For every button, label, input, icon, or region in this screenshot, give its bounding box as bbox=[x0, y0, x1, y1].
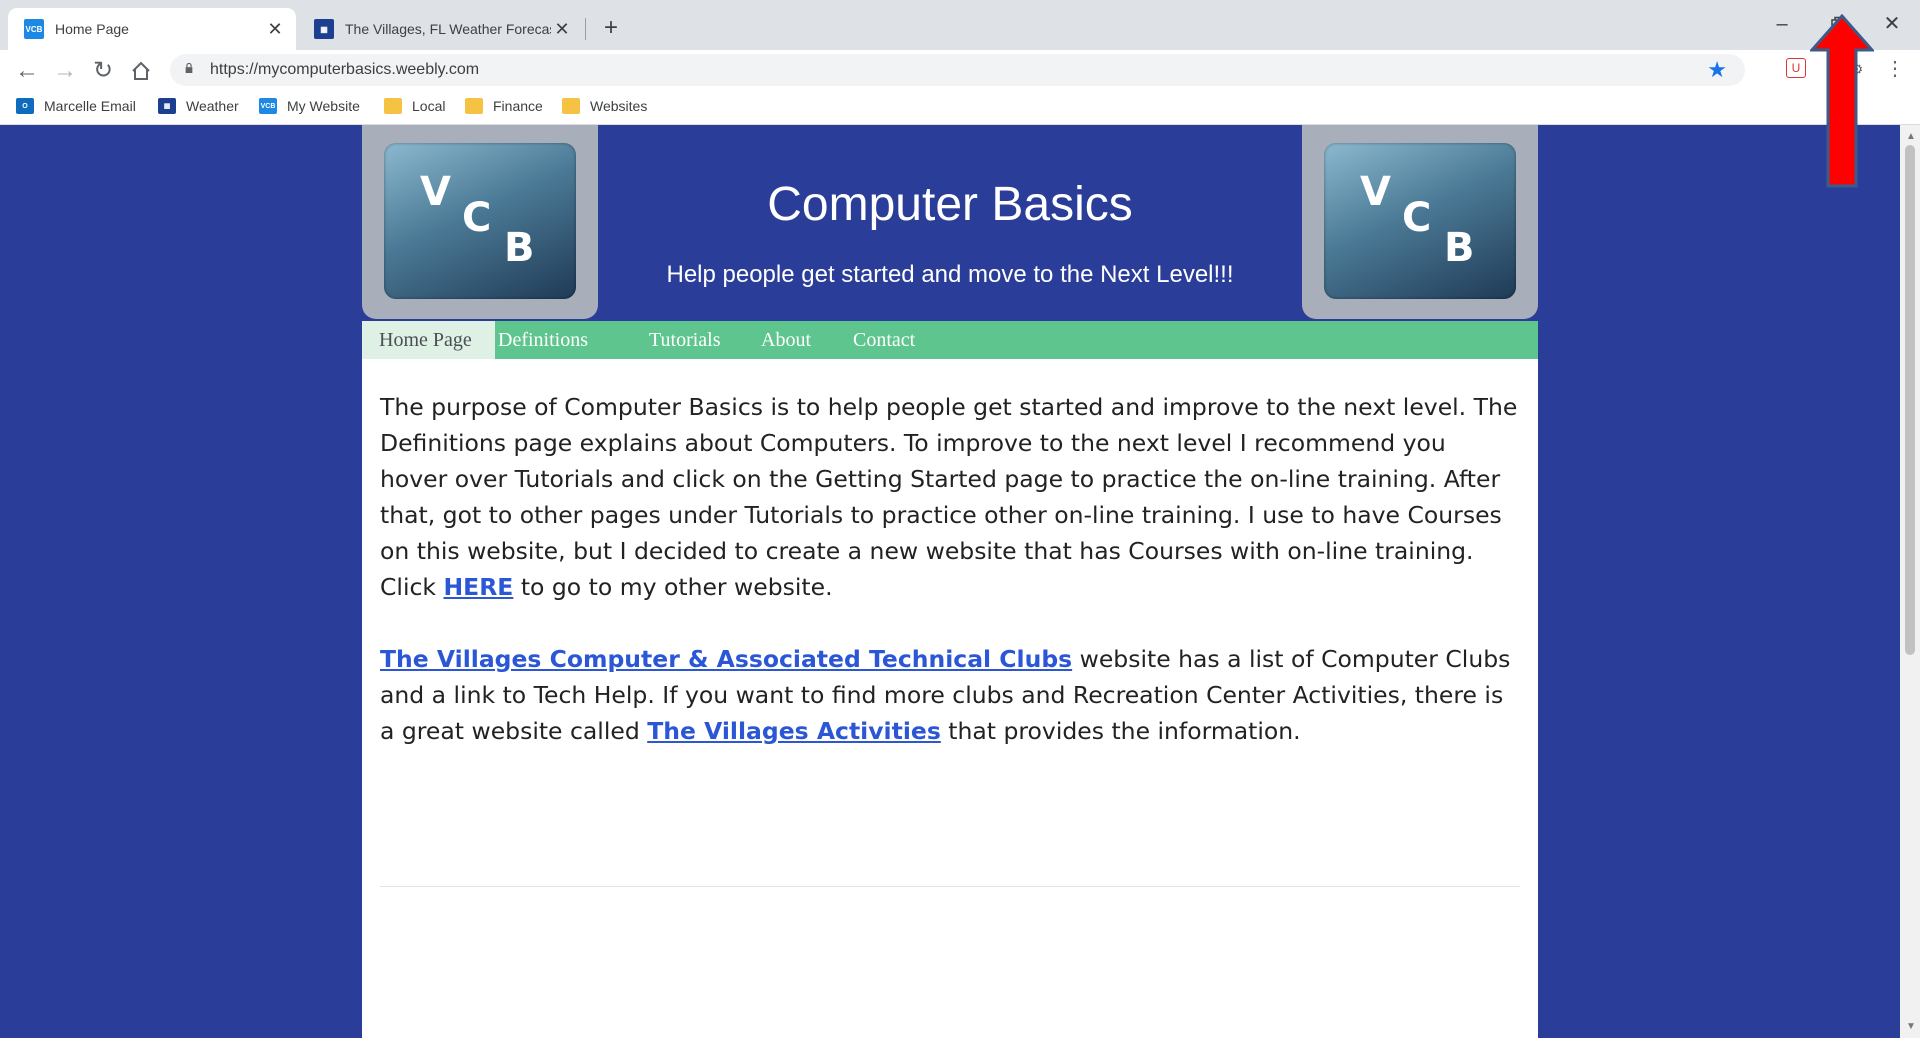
main-content: The purpose of Computer Basics is to hel… bbox=[362, 359, 1538, 1038]
vcb-logo-tile: V C B bbox=[384, 143, 576, 299]
weather-favicon-icon: ▦ bbox=[314, 19, 334, 39]
bookmark-folder-websites[interactable]: Websites bbox=[562, 98, 647, 114]
folder-icon bbox=[384, 98, 402, 114]
bookmark-label: Websites bbox=[590, 98, 648, 114]
paragraph-text: The purpose of Computer Basics is to hel… bbox=[380, 393, 1518, 601]
site-header: V C B Computer Basics Help people get st… bbox=[362, 125, 1538, 321]
menu-kebab-icon[interactable]: ⋮ bbox=[1884, 58, 1906, 80]
red-arrow-annotation-icon bbox=[1810, 14, 1874, 188]
address-bar[interactable]: https://mycomputerbasics.weebly.com ★ bbox=[170, 54, 1745, 86]
nav-about[interactable]: About bbox=[761, 321, 811, 359]
vcb-logo-tile: V C B bbox=[1324, 143, 1516, 299]
browser-toolbar: ← → ↻ https://mycomputerbasics.weebly.co… bbox=[0, 50, 1920, 90]
close-window-button[interactable]: ✕ bbox=[1872, 10, 1912, 40]
bookmark-star-icon[interactable]: ★ bbox=[1707, 57, 1727, 83]
here-link[interactable]: HERE bbox=[443, 573, 513, 601]
weather-icon: ▦ bbox=[158, 98, 176, 114]
bookmark-marcelle-email[interactable]: O Marcelle Email bbox=[16, 98, 136, 114]
tab-separator bbox=[585, 18, 586, 40]
logo-letter: C bbox=[1402, 195, 1432, 241]
vcb-icon: VCB bbox=[259, 98, 277, 114]
site-nav: Home Page Definitions Tutorials About Co… bbox=[362, 321, 1538, 359]
url-text[interactable]: https://mycomputerbasics.weebly.com bbox=[210, 61, 479, 79]
paragraph-text: that provides the information. bbox=[940, 717, 1301, 745]
site-tagline: Help people get started and move to the … bbox=[666, 261, 1234, 288]
logo-letter: B bbox=[1444, 225, 1475, 271]
nav-home-page[interactable]: Home Page bbox=[362, 321, 495, 359]
bookmark-label: Marcelle Email bbox=[44, 98, 136, 114]
bookmarks-bar: O Marcelle Email ▦ Weather VCB My Websit… bbox=[0, 90, 1920, 125]
bookmark-label: My Website bbox=[287, 98, 360, 114]
page-scrollbar[interactable]: ▲ ▼ bbox=[1900, 125, 1920, 1038]
paragraph-text: to go to my other website. bbox=[513, 573, 833, 601]
nav-tutorials[interactable]: Tutorials bbox=[649, 321, 721, 359]
close-tab-icon[interactable]: ✕ bbox=[264, 19, 286, 40]
bookmark-label: Local bbox=[412, 98, 446, 114]
new-tab-button[interactable]: + bbox=[596, 14, 626, 44]
computer-clubs-link[interactable]: The Villages Computer & Associated Techn… bbox=[380, 645, 1072, 673]
site-title: Computer Basics bbox=[767, 178, 1133, 231]
vcb-favicon-icon: VCB bbox=[24, 19, 44, 39]
site-logo-left[interactable]: V C B bbox=[362, 125, 598, 319]
page-viewport: V C B Computer Basics Help people get st… bbox=[0, 125, 1900, 1038]
scroll-thumb[interactable] bbox=[1905, 145, 1915, 655]
scroll-up-arrow-icon[interactable]: ▲ bbox=[1906, 131, 1916, 142]
content-divider bbox=[380, 886, 1520, 887]
bookmark-weather[interactable]: ▦ Weather bbox=[158, 98, 239, 114]
site-logo-right[interactable]: V C B bbox=[1302, 125, 1538, 319]
close-tab-icon[interactable]: ✕ bbox=[551, 19, 573, 40]
extension-shield-icon[interactable]: U bbox=[1786, 58, 1806, 78]
tab-weather[interactable]: ▦ The Villages, FL Weather Forecast ✕ bbox=[298, 8, 583, 50]
home-icon bbox=[132, 61, 150, 80]
tab-home-page[interactable]: VCB Home Page ✕ bbox=[8, 8, 296, 50]
outlook-icon: O bbox=[16, 98, 34, 114]
logo-letter: C bbox=[462, 195, 492, 241]
logo-letter: B bbox=[504, 225, 535, 271]
bookmark-folder-finance[interactable]: Finance bbox=[465, 98, 543, 114]
bookmark-label: Weather bbox=[186, 98, 239, 114]
tab-strip: VCB Home Page ✕ ▦ The Villages, FL Weath… bbox=[0, 0, 1920, 50]
bookmark-my-website[interactable]: VCB My Website bbox=[259, 98, 360, 114]
villages-activities-link[interactable]: The Villages Activities bbox=[647, 717, 941, 745]
bookmark-label: Finance bbox=[493, 98, 543, 114]
logo-letter: V bbox=[1360, 169, 1391, 215]
home-button[interactable] bbox=[126, 56, 156, 86]
clubs-paragraph: The Villages Computer & Associated Techn… bbox=[380, 641, 1520, 749]
back-button[interactable]: ← bbox=[12, 56, 42, 86]
bookmark-folder-local[interactable]: Local bbox=[384, 98, 445, 114]
folder-icon bbox=[465, 98, 483, 114]
logo-letter: V bbox=[420, 169, 451, 215]
forward-button[interactable]: → bbox=[50, 56, 80, 86]
intro-paragraph: The purpose of Computer Basics is to hel… bbox=[380, 389, 1520, 605]
lock-icon[interactable] bbox=[184, 63, 194, 73]
folder-icon bbox=[562, 98, 580, 114]
nav-contact[interactable]: Contact bbox=[853, 321, 915, 359]
minimize-button[interactable]: – bbox=[1762, 10, 1802, 40]
tab-title: Home Page bbox=[55, 21, 129, 37]
nav-definitions[interactable]: Definitions bbox=[498, 321, 605, 359]
scroll-down-arrow-icon[interactable]: ▼ bbox=[1906, 1021, 1916, 1032]
tab-title: The Villages, FL Weather Forecast bbox=[345, 21, 551, 37]
site-container: V C B Computer Basics Help people get st… bbox=[362, 125, 1538, 1038]
reload-button[interactable]: ↻ bbox=[88, 56, 118, 86]
